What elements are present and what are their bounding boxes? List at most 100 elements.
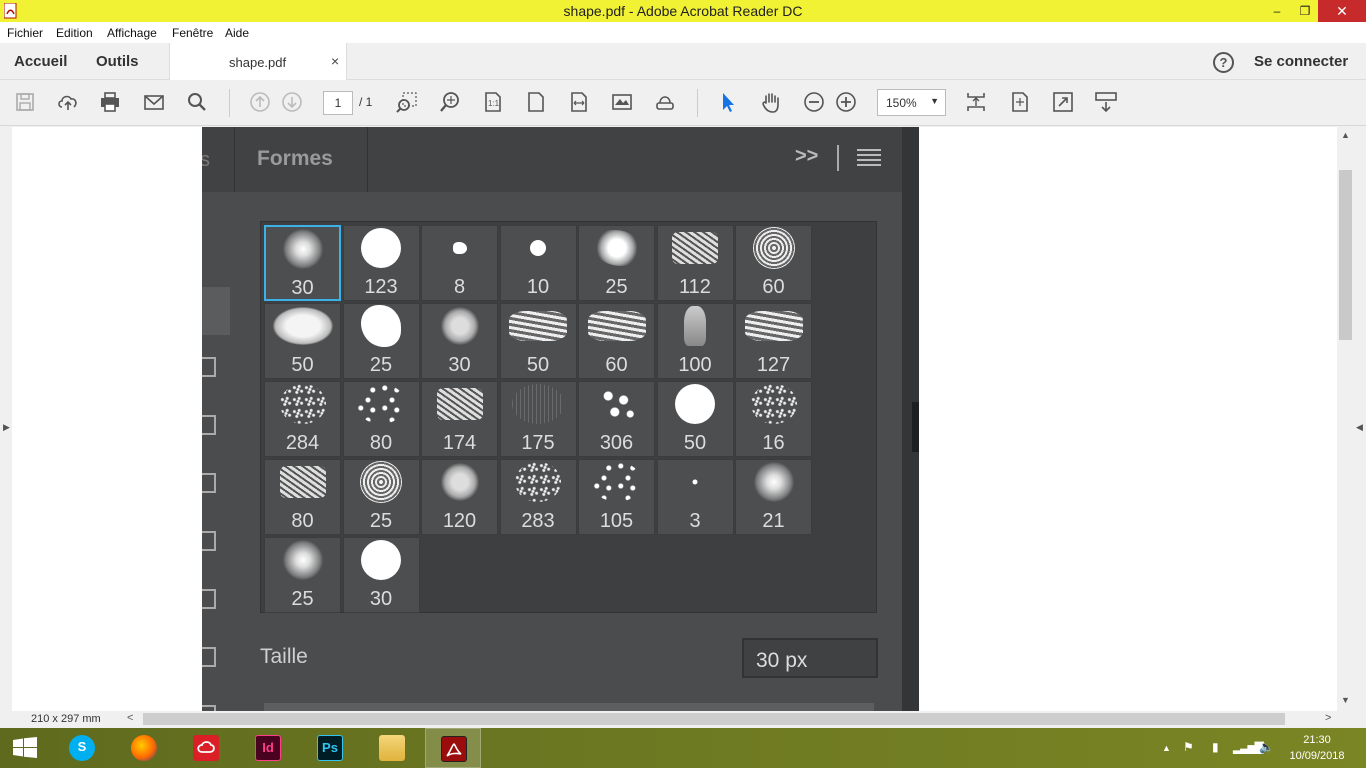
brush-tip-preview [587,311,646,341]
acrobat-reader-icon [441,736,467,762]
zoom-level-select[interactable]: 150% ▼ [877,89,946,116]
print-icon[interactable] [99,91,121,113]
volume-icon[interactable]: 🔈 [1259,740,1274,754]
network-signal-icon[interactable]: ▂▃▅▇ [1233,740,1264,754]
email-icon[interactable] [143,91,165,113]
taskbar-acrobat[interactable] [425,728,481,768]
scroll-right-icon[interactable]: > [1325,712,1331,724]
save-icon[interactable] [14,91,36,113]
brush-preset: 60 [735,225,812,301]
size-field: 30 px [742,638,878,678]
customize-toolbar-icon[interactable] [1095,91,1117,113]
zoom-tool-icon[interactable] [439,91,461,113]
tray-expand-icon[interactable]: ▲ [1162,743,1171,753]
close-tab-icon[interactable]: × [331,53,339,69]
start-button[interactable] [0,728,56,768]
panel-right-edge [902,127,919,711]
vertical-scroll-thumb[interactable] [1339,170,1352,340]
maximize-button[interactable]: ❐ [1290,0,1320,22]
signin-button[interactable]: Se connecter [1254,53,1348,70]
fit-page-icon[interactable] [525,91,547,113]
page-number-input[interactable]: 1 [323,91,353,115]
menu-edition[interactable]: Edition [56,26,93,40]
brush-preset: 123 [342,225,420,301]
taskbar-firefox[interactable] [116,728,172,768]
brush-size-label: 10 [526,276,550,298]
fit-width-icon[interactable] [568,91,590,113]
brush-size-label: 100 [678,354,712,376]
menu-affichage[interactable]: Affichage [107,26,157,40]
scroll-up-icon[interactable]: ▲ [1341,130,1350,140]
marquee-zoom-icon[interactable] [396,91,418,113]
brush-tip-preview [279,384,326,424]
help-icon[interactable]: ? [1213,52,1234,73]
taskbar-photoshop[interactable]: Ps [302,728,358,768]
brush-preset: 30 [342,537,420,613]
horizontal-scrollbar[interactable]: < > [124,711,1337,728]
zoom-in-icon[interactable] [835,91,857,113]
tab-formes-label: Formes [257,147,333,170]
brush-preset: 30 [421,303,498,379]
menu-fichier[interactable]: Fichier [7,26,43,40]
brush-preset: 127 [735,303,812,379]
fit-visible-icon[interactable] [1009,91,1031,113]
flag-icon[interactable]: ⚑ [1183,740,1194,754]
taskbar-file-explorer[interactable] [364,728,420,768]
sidebar-lock-icon [202,415,216,435]
brush-tip-preview [282,229,323,269]
battery-icon[interactable]: ▮ [1212,740,1219,754]
next-page-icon[interactable] [281,91,303,113]
brush-tip-preview [361,305,401,347]
creative-cloud-icon [193,735,219,761]
zoom-out-icon[interactable] [803,91,825,113]
scroll-mode-icon[interactable] [965,91,987,113]
panel-menu-icon [857,149,881,167]
tab-tools[interactable]: Outils [96,53,139,70]
system-clock[interactable]: 21:30 10/09/2018 [1285,732,1349,764]
brush-tip-preview [436,388,483,420]
close-button[interactable]: ✕ [1318,0,1366,22]
stamp-icon[interactable] [654,91,676,113]
taskbar-indesign[interactable]: Id [240,728,296,768]
select-cursor-icon[interactable] [717,91,739,113]
horizontal-scroll-thumb[interactable] [143,713,1285,725]
hand-tool-icon[interactable] [760,91,782,113]
menu-fenetre[interactable]: Fenêtre [172,26,213,40]
scroll-down-icon[interactable]: ▼ [1341,695,1350,705]
brush-preset: 50 [264,303,341,379]
brush-presets-grid: 30 123 8 10 25 112 60 50 25 30 50 60 100 127 284 80 174 1… [260,221,877,613]
clock-date: 10/09/2018 [1289,750,1345,762]
taskbar: S Id Ps ▲ ⚑ ▮ ▂▃▅▇ 🔈 21:30 10/09/2018 [0,728,1366,768]
left-pane-arrow-icon[interactable]: ▶ [3,422,10,433]
brush-tip-preview [594,384,639,424]
brush-size-label: 25 [369,354,393,376]
brush-preset: 80 [264,459,341,535]
brush-size-label: 127 [756,354,791,376]
menu-aide[interactable]: Aide [225,26,249,40]
windows-logo-icon [13,737,37,758]
tab-document[interactable]: shape.pdf × [169,43,347,81]
minimize-button[interactable]: – [1262,0,1292,22]
tab-home[interactable]: Accueil [14,53,67,70]
search-icon[interactable] [186,91,208,113]
brush-tip-preview [509,311,567,341]
page-display-icon[interactable] [611,91,633,113]
brush-size-label: 30 [291,277,314,299]
brush-size-label: 25 [369,510,393,532]
brush-tip-preview [530,240,546,256]
brush-size-label: 60 [605,354,628,376]
actual-size-icon[interactable]: 1:1 [482,91,504,113]
upload-cloud-icon[interactable] [57,91,79,113]
taskbar-skype[interactable]: S [54,728,110,768]
brush-preset: 3 [656,459,734,535]
brush-tip-preview [279,466,326,498]
vertical-scrollbar[interactable]: ▲ ▼ [1337,127,1354,711]
scroll-left-icon[interactable]: < [127,712,133,724]
brush-tip-preview [440,307,479,345]
taskbar-creative-cloud[interactable] [178,728,234,768]
right-pane-arrow-icon[interactable]: ◀ [1356,422,1363,433]
brush-preset: 105 [578,459,655,535]
brush-preset: 60 [578,303,655,379]
full-screen-icon[interactable] [1052,91,1074,113]
previous-page-icon[interactable] [249,91,271,113]
